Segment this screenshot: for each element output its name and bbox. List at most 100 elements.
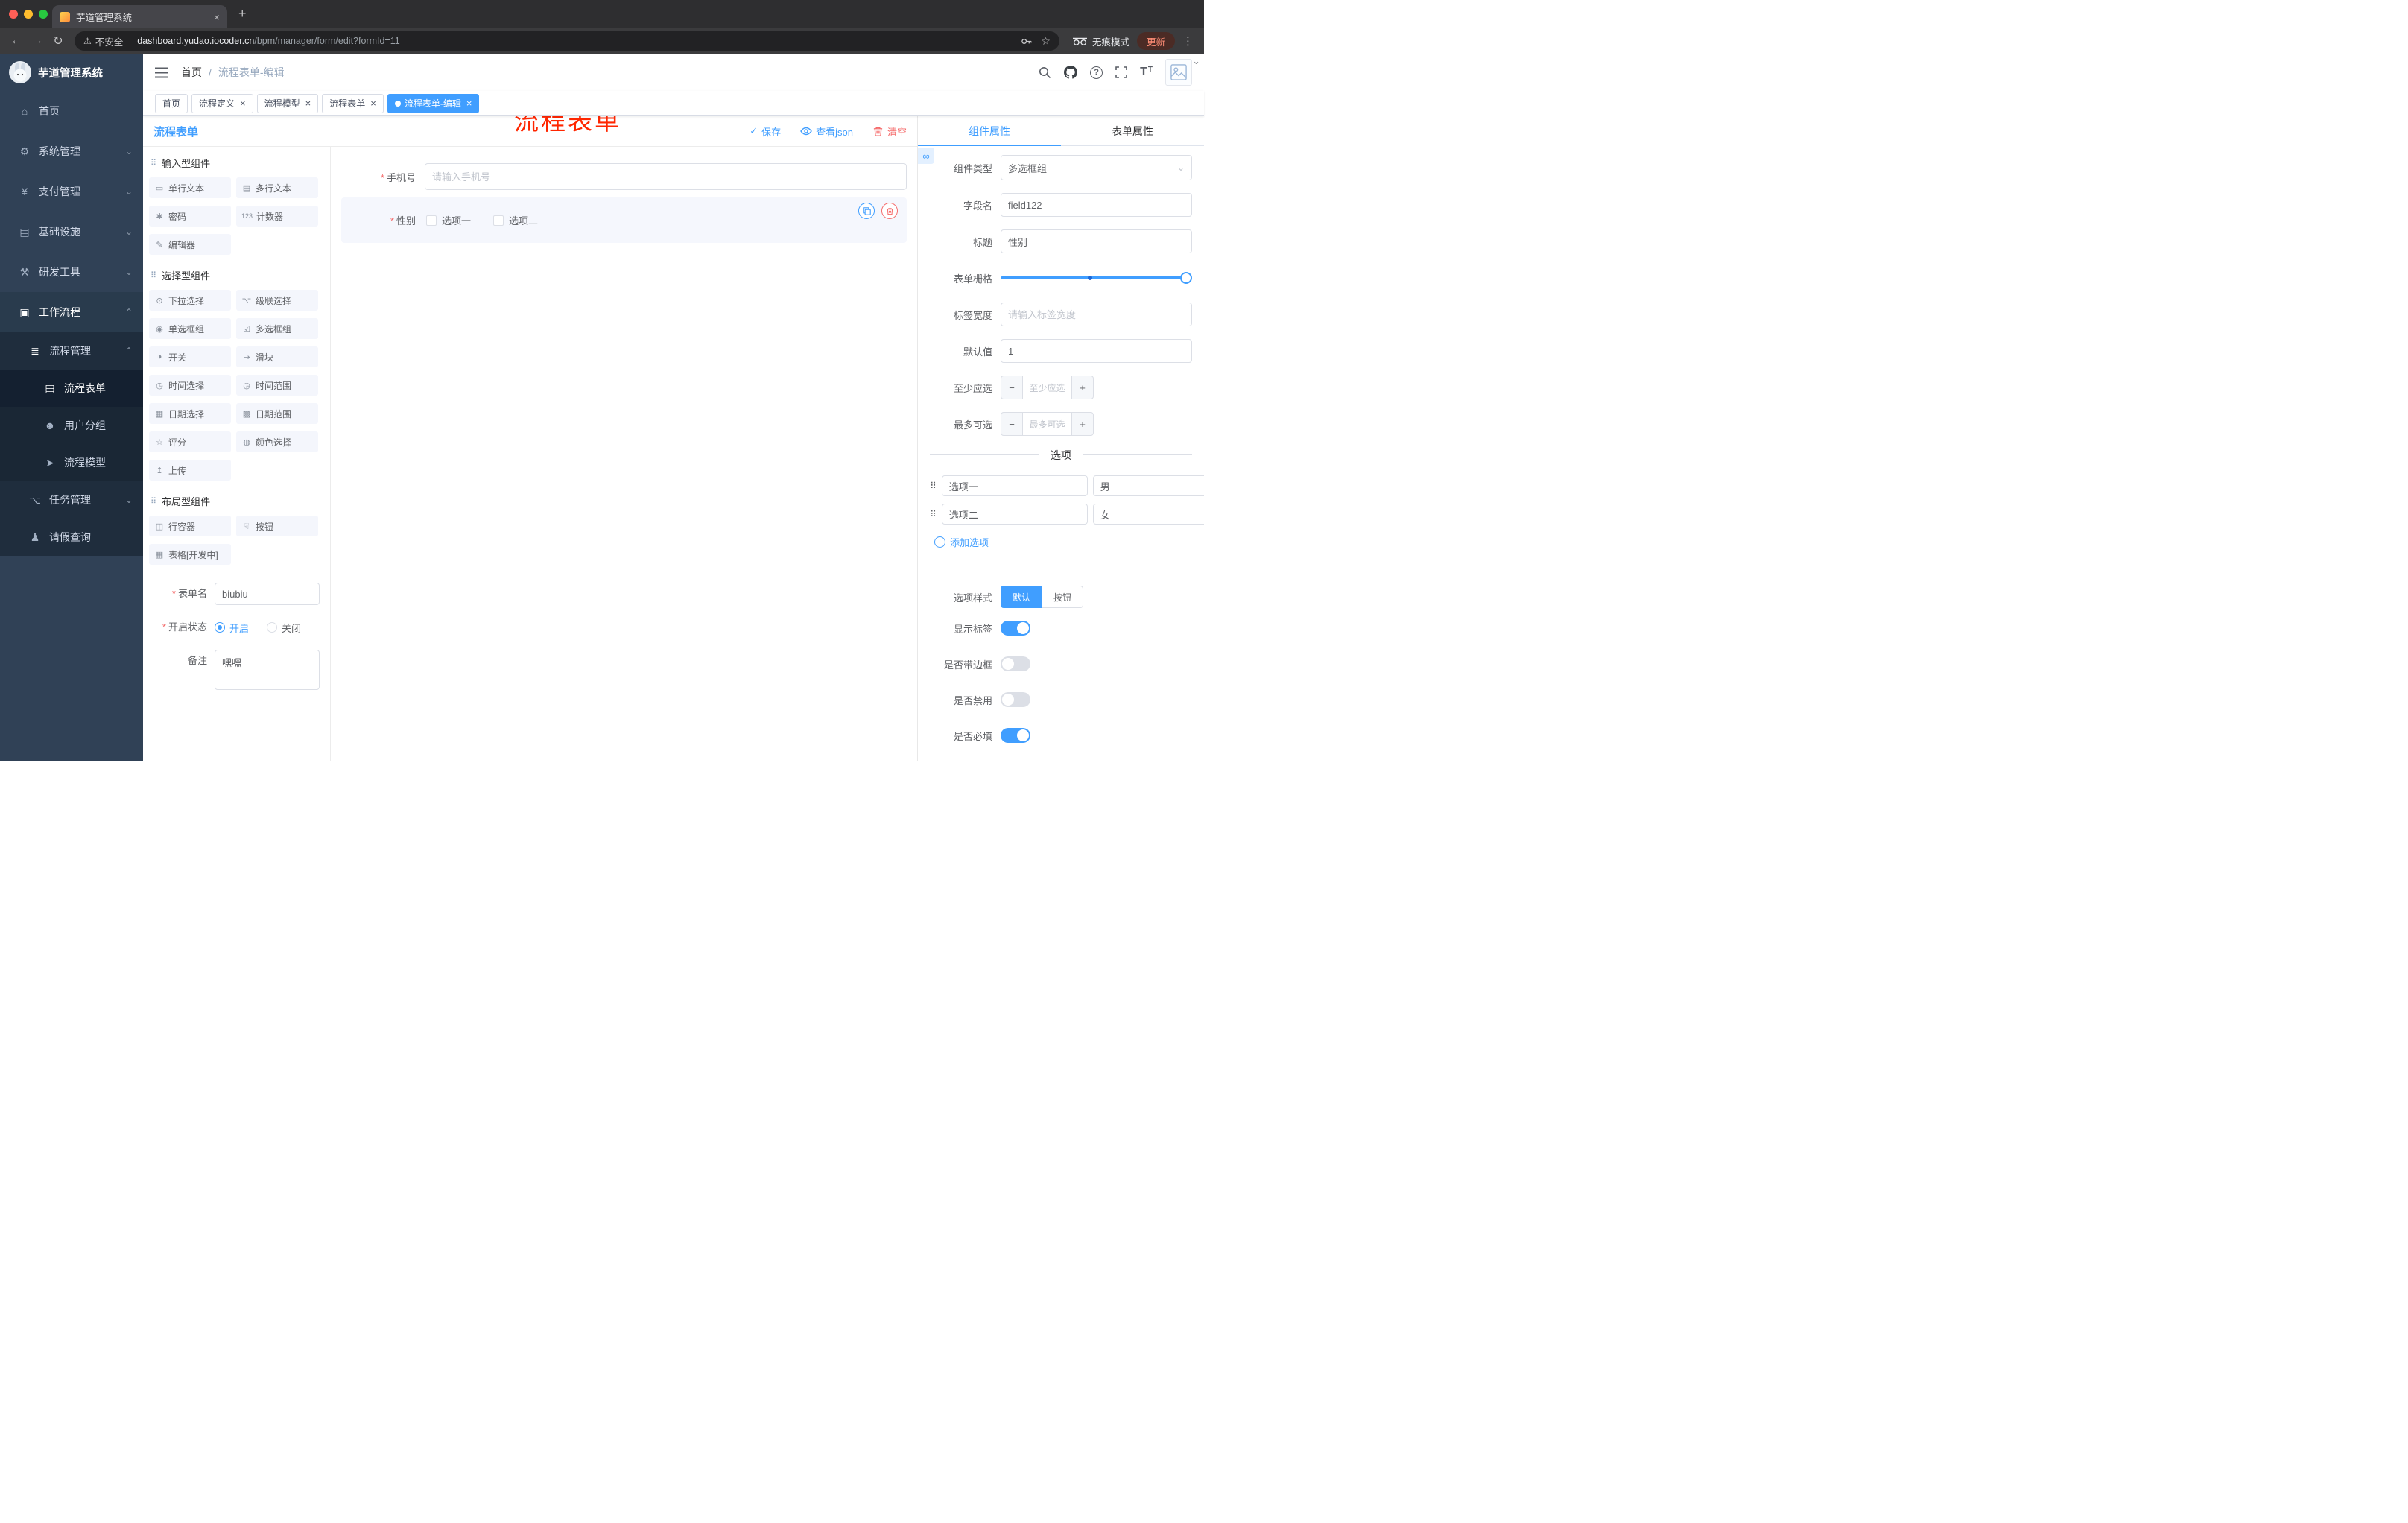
phone-input[interactable] <box>425 163 907 190</box>
avatar[interactable] <box>1165 59 1192 86</box>
selected-field-widget[interactable]: * 性别 选项一 选项二 <box>341 197 907 243</box>
min-select-value[interactable]: 至少应选 <box>1023 376 1071 399</box>
link-icon[interactable]: ∞ <box>918 148 934 164</box>
view-tab-process-form[interactable]: 流程表单 × <box>322 93 384 113</box>
toggle-required[interactable] <box>1001 728 1030 743</box>
view-tab-process-model[interactable]: 流程模型 × <box>256 93 319 113</box>
palette-item-rate[interactable]: ☆ 评分 <box>149 431 231 452</box>
sidebar-item-user-group[interactable]: ☻ 用户分组 <box>0 407 143 444</box>
password-key-icon[interactable] <box>1021 36 1033 47</box>
slider-handle[interactable] <box>1180 272 1192 284</box>
status-radio-off[interactable]: 关闭 <box>267 621 301 635</box>
palette-item-single-line-text[interactable]: ▭ 单行文本 <box>149 177 231 198</box>
style-button-button[interactable]: 按钮 <box>1042 586 1084 608</box>
palette-item-row-container[interactable]: ◫ 行容器 <box>149 516 231 536</box>
browser-tab[interactable]: 芋道管理系统 × <box>52 5 227 28</box>
close-window-button[interactable] <box>9 10 18 19</box>
sidebar-item-workflow[interactable]: ▣ 工作流程 ⌃ <box>0 292 143 332</box>
form-canvas[interactable]: * 手机号 请输入手机号 * 性别 选项一 选项二 <box>331 147 917 762</box>
sidebar-item-process-model[interactable]: ➤ 流程模型 <box>0 444 143 481</box>
close-icon[interactable]: × <box>240 98 246 108</box>
sidebar-item-infrastructure[interactable]: ▤ 基础设施 ⌄ <box>0 212 143 252</box>
font-size-icon[interactable]: TT <box>1140 66 1153 78</box>
toggle-show-label[interactable] <box>1001 621 1030 636</box>
max-select-value[interactable]: 最多可选 <box>1023 412 1071 436</box>
view-tab-process-form-edit[interactable]: 流程表单-编辑 × <box>387 93 480 113</box>
title-input[interactable] <box>1001 229 1192 253</box>
clear-button[interactable]: 清空 <box>872 124 907 139</box>
sidebar-item-system[interactable]: ⚙ 系统管理 ⌄ <box>0 131 143 171</box>
view-tab-home[interactable]: 首页 <box>155 93 188 113</box>
palette-item-select[interactable]: ⊙ 下拉选择 <box>149 290 231 311</box>
sidebar-item-leave-query[interactable]: ♟ 请假查询 <box>0 519 143 556</box>
checkbox-icon[interactable] <box>493 215 504 226</box>
fullscreen-icon[interactable] <box>1115 66 1127 78</box>
view-tab-process-definition[interactable]: 流程定义 × <box>191 93 253 113</box>
copy-field-button[interactable] <box>858 203 875 219</box>
drag-icon[interactable]: ⠿ <box>930 481 937 491</box>
remark-textarea[interactable]: 嘿嘿 <box>215 650 320 690</box>
option-label-input[interactable] <box>941 475 1088 496</box>
close-icon[interactable]: × <box>214 11 220 23</box>
palette-item-button[interactable]: ☟ 按钮 <box>236 516 318 536</box>
palette-item-color-picker[interactable]: ◍ 颜色选择 <box>236 431 318 452</box>
sidebar-item-home[interactable]: ⌂ 首页 <box>0 91 143 131</box>
palette-item-date-range[interactable]: ▩ 日期范围 <box>236 403 318 424</box>
reload-button[interactable]: ↻ <box>48 31 69 51</box>
sidebar-item-task-management[interactable]: ⌥ 任务管理 ⌄ <box>0 481 143 519</box>
back-button[interactable]: ← <box>6 31 27 51</box>
form-name-input[interactable] <box>215 583 320 605</box>
close-icon[interactable]: × <box>370 98 376 108</box>
grid-slider[interactable] <box>1001 266 1192 290</box>
browser-menu-icon[interactable]: ⋮ <box>1182 34 1194 48</box>
bookmark-star-icon[interactable]: ☆ <box>1041 35 1051 48</box>
chevron-down-icon[interactable]: ⌄ <box>1192 55 1200 67</box>
increase-button[interactable]: + <box>1071 376 1094 399</box>
palette-item-multi-line-text[interactable]: ▤ 多行文本 <box>236 177 318 198</box>
close-icon[interactable]: × <box>305 98 311 108</box>
minimize-window-button[interactable] <box>24 10 33 19</box>
palette-item-date-picker[interactable]: ▦ 日期选择 <box>149 403 231 424</box>
palette-item-time-picker[interactable]: ◷ 时间选择 <box>149 375 231 396</box>
search-icon[interactable] <box>1039 66 1051 79</box>
zoom-window-button[interactable] <box>39 10 48 19</box>
checkbox-icon[interactable] <box>426 215 437 226</box>
option-value-input[interactable] <box>1092 504 1204 525</box>
view-json-button[interactable]: 查看json <box>800 124 853 139</box>
close-icon[interactable]: × <box>466 98 472 108</box>
style-default-button[interactable]: 默认 <box>1001 586 1043 608</box>
toggle-disabled[interactable] <box>1001 692 1030 707</box>
drag-icon[interactable]: ⠿ <box>930 509 937 519</box>
palette-item-slider[interactable]: ↦ 滑块 <box>236 346 318 367</box>
increase-button[interactable]: + <box>1071 412 1094 436</box>
new-tab-button[interactable]: + <box>238 6 247 22</box>
palette-item-table[interactable]: ▦ 表格[开发中] <box>149 544 231 565</box>
save-button[interactable]: ✓ 保存 <box>750 124 781 139</box>
label-width-input[interactable] <box>1001 303 1192 326</box>
decrease-button[interactable]: − <box>1001 412 1023 436</box>
checkbox-option[interactable]: 选项一 <box>426 213 471 227</box>
sidebar-item-process-management[interactable]: ≣ 流程管理 ⌃ <box>0 332 143 370</box>
palette-item-switch[interactable]: ◑ 开关 <box>149 346 231 367</box>
decrease-button[interactable]: − <box>1001 376 1023 399</box>
palette-item-cascader[interactable]: ⌥ 级联选择 <box>236 290 318 311</box>
option-label-input[interactable] <box>941 504 1088 525</box>
default-value-input[interactable] <box>1001 339 1192 363</box>
sidebar-item-payment[interactable]: ¥ 支付管理 ⌄ <box>0 171 143 212</box>
palette-item-time-range[interactable]: ◶ 时间范围 <box>236 375 318 396</box>
palette-item-checkbox-group[interactable]: ☑ 多选框组 <box>236 318 318 339</box>
palette-item-counter[interactable]: 123 计数器 <box>236 206 318 227</box>
sidebar-item-devtools[interactable]: ⚒ 研发工具 ⌄ <box>0 252 143 292</box>
palette-item-upload[interactable]: ↥ 上传 <box>149 460 231 481</box>
help-icon[interactable]: ? <box>1090 66 1103 79</box>
palette-item-password[interactable]: ✱ 密码 <box>149 206 231 227</box>
add-option-button[interactable]: + 添加选项 <box>934 535 1192 549</box>
collapse-sidebar-icon[interactable] <box>155 67 168 78</box>
sidebar-item-process-form[interactable]: ▤ 流程表单 <box>0 370 143 407</box>
checkbox-option[interactable]: 选项二 <box>493 213 538 227</box>
palette-item-radio-group[interactable]: ◉ 单选框组 <box>149 318 231 339</box>
component-type-select[interactable]: 多选框组 ⌄ <box>1001 155 1192 180</box>
field-name-input[interactable] <box>1001 193 1192 217</box>
status-radio-on[interactable]: 开启 <box>215 621 249 635</box>
address-bar[interactable]: ⚠ 不安全 dashboard.yudao.iocoder.cn/bpm/man… <box>75 31 1059 51</box>
